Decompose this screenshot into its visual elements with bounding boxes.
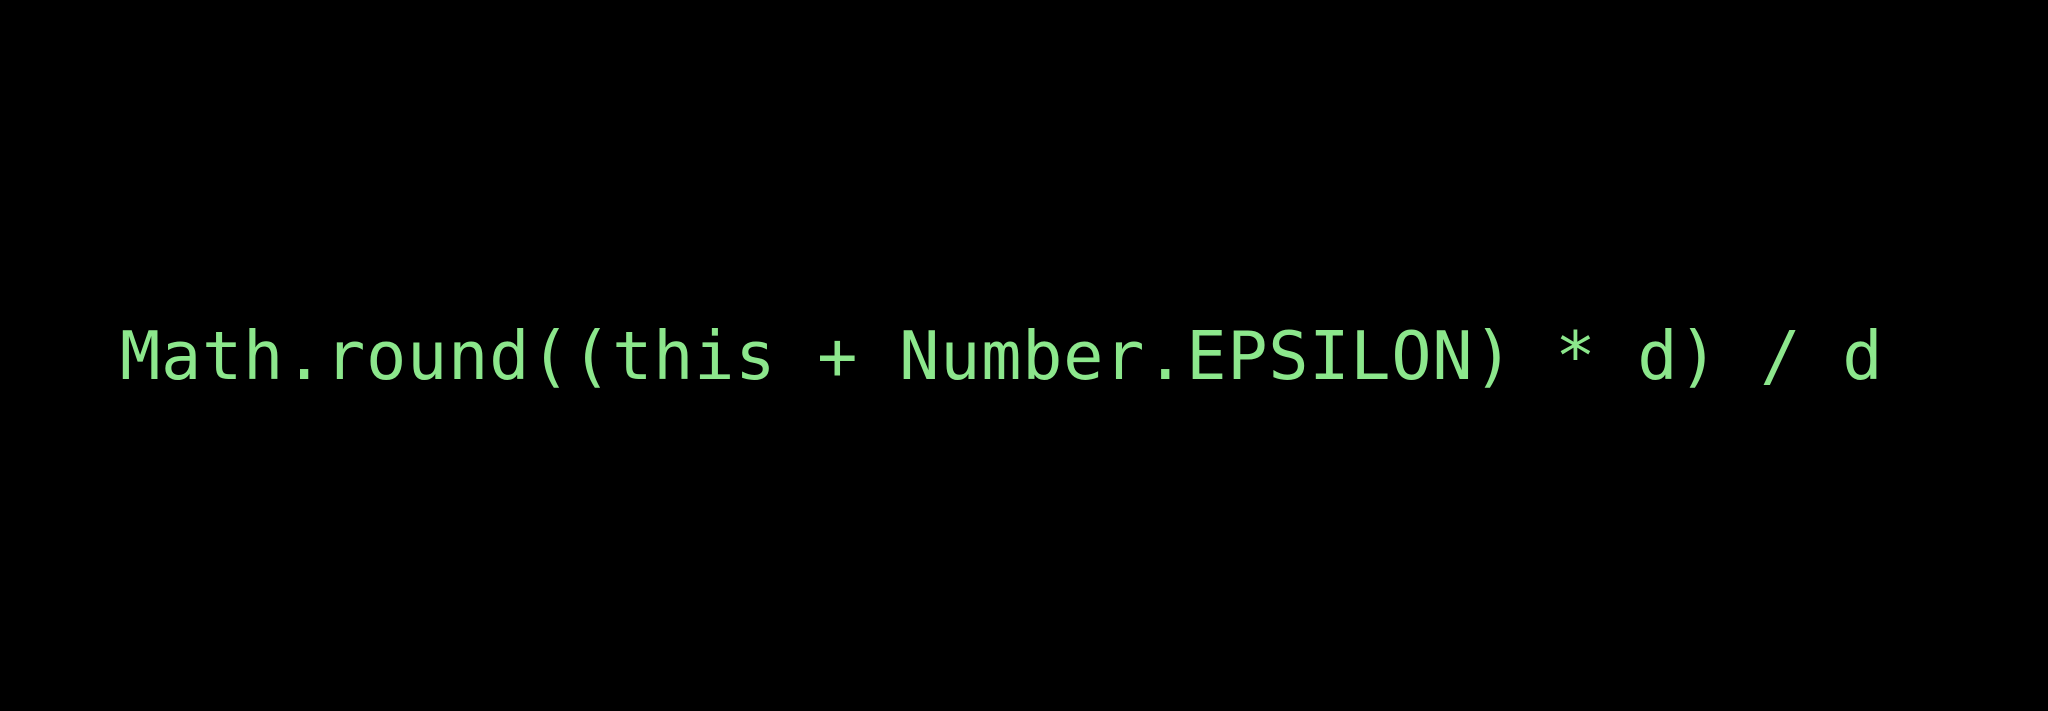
terminal-view[interactable]: Math.round((this + Number.EPSILON) * d) … [0, 0, 2048, 711]
code-line: Math.round((this + Number.EPSILON) * d) … [120, 317, 1883, 395]
